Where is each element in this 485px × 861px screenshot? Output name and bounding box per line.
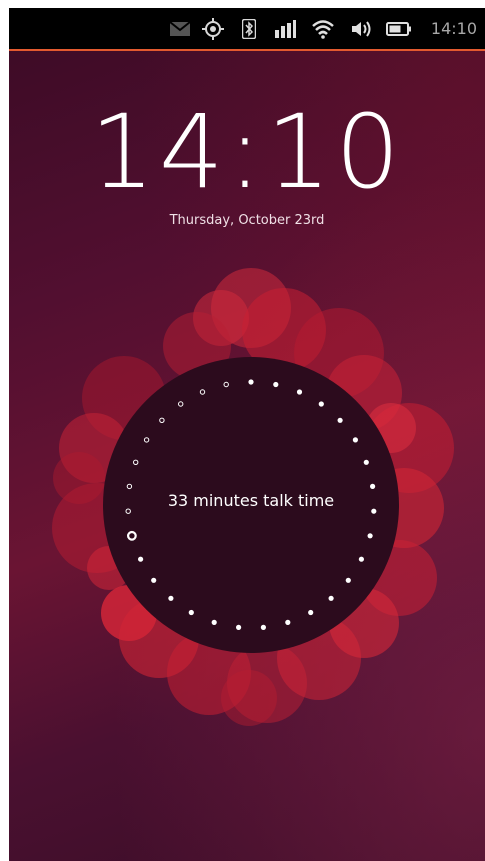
message-icon: [169, 18, 191, 40]
infographic-dot-filled: [363, 459, 369, 465]
infographic-dot-filled: [318, 401, 324, 407]
lock-screen: 14:10 14:10 Thursday, October 23rd 33 mi…: [9, 8, 485, 861]
signal-icon: [274, 18, 296, 40]
infographic-dot-filled: [138, 556, 144, 562]
infographic-dot-filled: [151, 577, 157, 583]
infographic-dot-filled: [236, 624, 242, 631]
infographic-dot-filled: [248, 379, 254, 385]
infographic-dot-filled: [328, 595, 334, 601]
infographic-dot-filled: [168, 595, 174, 601]
infographic-dot-filled: [211, 619, 217, 626]
infographic-dot-filled: [367, 533, 373, 539]
infographic-dot-filled: [337, 417, 343, 423]
infographic-dot-filled: [188, 609, 194, 616]
location-icon: [202, 18, 224, 40]
battery-icon: [386, 18, 412, 40]
infographic-dot-filled: [352, 437, 358, 443]
infographic-dot-filled: [370, 483, 376, 489]
infographic-dot-filled: [285, 619, 291, 626]
infographic-dot-filled: [273, 381, 279, 388]
status-bar[interactable]: 14:10: [9, 8, 485, 51]
bluetooth-icon: [242, 18, 256, 40]
wifi-icon: [311, 18, 335, 40]
infographic-label: 33 minutes talk time: [167, 491, 335, 510]
infographic-dot-filled: [308, 609, 314, 616]
date-label: Thursday, October 23rd: [169, 213, 325, 228]
status-time: 14:10: [430, 19, 477, 38]
volume-icon: [349, 18, 373, 40]
infographic-dot-filled: [358, 556, 364, 562]
infographic-dot-filled: [260, 624, 266, 631]
infographic-dot-filled: [345, 577, 351, 583]
infographic-dot-filled: [296, 389, 303, 395]
clock: 14:10: [90, 93, 404, 212]
